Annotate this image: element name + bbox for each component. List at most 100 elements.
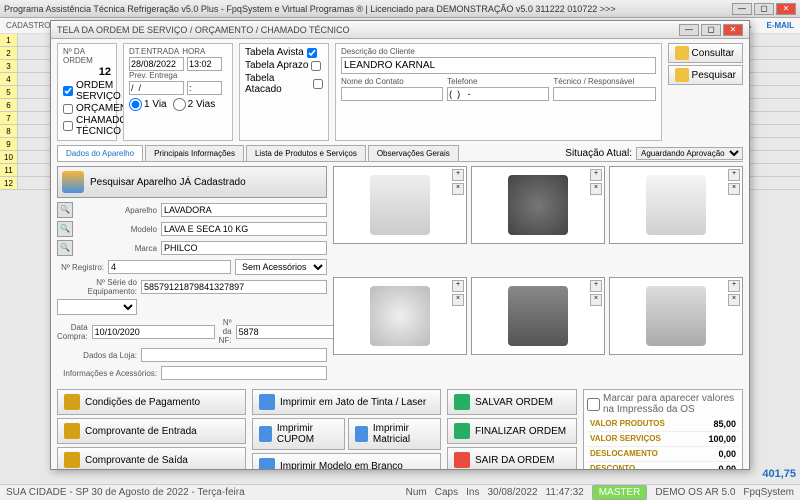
phone-input[interactable] bbox=[447, 87, 549, 101]
menu-item[interactable]: CADASTROS bbox=[6, 21, 56, 30]
cond-pagamento-button[interactable]: Condições de Pagamento bbox=[57, 389, 246, 415]
print-jato-button[interactable]: Imprimir em Jato de Tinta / Laser bbox=[252, 389, 441, 415]
mag-icon[interactable]: 🔍 bbox=[57, 202, 73, 218]
photo-add-icon[interactable]: + bbox=[728, 280, 740, 292]
binoculars-icon bbox=[675, 68, 689, 82]
ordem-servico-check[interactable]: ORDEM SERVIÇO bbox=[63, 80, 111, 102]
finalizar-button[interactable]: FINALIZAR ORDEM bbox=[447, 418, 577, 444]
photo-slot[interactable]: +× bbox=[471, 277, 605, 355]
tab-dados-aparelho[interactable]: Dados do Aparelho bbox=[57, 145, 143, 161]
photo-add-icon[interactable]: + bbox=[728, 169, 740, 181]
tech-input[interactable] bbox=[553, 87, 655, 101]
tabela-atacado-check[interactable]: Tabela Atacado bbox=[245, 73, 323, 95]
row-num: 9 bbox=[0, 138, 18, 150]
photos-grid: +× +× +× +× +× +× bbox=[333, 166, 743, 383]
printer-icon bbox=[259, 426, 272, 442]
entry-time-input[interactable] bbox=[187, 57, 222, 71]
search-device-button[interactable]: Pesquisar Aparelho JÁ Cadastrado bbox=[57, 166, 327, 198]
aparelho-input[interactable] bbox=[161, 203, 327, 217]
client-name-input[interactable] bbox=[341, 57, 656, 74]
search-icon bbox=[675, 46, 689, 60]
salvar-button[interactable]: SALVAR ORDEM bbox=[447, 389, 577, 415]
info-input[interactable] bbox=[161, 366, 327, 380]
print-branco-button[interactable]: Imprimir Modelo em Branco bbox=[252, 453, 441, 469]
prev-date-input[interactable] bbox=[129, 81, 184, 95]
mag-icon[interactable]: 🔍 bbox=[57, 221, 73, 237]
modal-minimize[interactable]: — bbox=[679, 24, 699, 36]
pesquisar-button[interactable]: Pesquisar bbox=[668, 65, 743, 85]
tab-produtos[interactable]: Lista de Produtos e Serviços bbox=[246, 145, 366, 161]
photo-slot[interactable]: +× bbox=[333, 277, 467, 355]
photo-del-icon[interactable]: × bbox=[590, 183, 602, 195]
entry-date-input[interactable] bbox=[129, 57, 184, 71]
serie-input[interactable] bbox=[141, 280, 327, 294]
tabela-avista-check[interactable]: Tabela Avista bbox=[245, 47, 323, 58]
photo-slot[interactable]: +× bbox=[609, 166, 743, 244]
row-num: 5 bbox=[0, 86, 18, 98]
email-link[interactable]: E-MAIL bbox=[766, 21, 794, 30]
motor-icon bbox=[508, 286, 568, 346]
mag-icon[interactable]: 🔍 bbox=[57, 240, 73, 256]
photo-slot[interactable]: +× bbox=[471, 166, 605, 244]
order-number-box: Nº DA ORDEM 12 ORDEM SERVIÇO ORÇAMENTO C… bbox=[57, 43, 117, 141]
modal-maximize[interactable]: ▢ bbox=[701, 24, 721, 36]
photo-slot[interactable]: +× bbox=[333, 166, 467, 244]
maximize-button[interactable]: ▢ bbox=[754, 3, 774, 15]
orcamento-check[interactable]: ORÇAMENTO bbox=[63, 103, 111, 114]
status-box: Situação Atual: Aguardando Aprovação bbox=[565, 145, 743, 161]
totals-box: Marcar para aparecer valores na Impressã… bbox=[583, 389, 743, 469]
photo-del-icon[interactable]: × bbox=[590, 294, 602, 306]
modelo-input[interactable] bbox=[161, 222, 327, 236]
printer-icon bbox=[355, 426, 368, 442]
modal-window-controls: — ▢ ✕ bbox=[679, 24, 743, 36]
comp-entrada-button[interactable]: Comprovante de Entrada bbox=[57, 418, 246, 444]
tabela-aprazo-check[interactable]: Tabela Aprazo bbox=[245, 60, 323, 71]
minimize-button[interactable]: — bbox=[732, 3, 752, 15]
photo-slot[interactable]: +× bbox=[609, 277, 743, 355]
print-cupom-button[interactable]: Imprimir CUPOM bbox=[252, 418, 345, 450]
photo-del-icon[interactable]: × bbox=[452, 294, 464, 306]
status-city: SUA CIDADE - SP 30 de Agosto de 2022 - T… bbox=[6, 487, 245, 498]
photo-del-icon[interactable]: × bbox=[452, 183, 464, 195]
tab-obs[interactable]: Observações Gerais bbox=[368, 145, 459, 161]
close-button[interactable]: ✕ bbox=[776, 3, 796, 15]
photo-add-icon[interactable]: + bbox=[452, 280, 464, 292]
marca-input[interactable] bbox=[161, 241, 327, 255]
internals-icon bbox=[646, 286, 706, 346]
contact-input[interactable] bbox=[341, 87, 443, 101]
device-form: Pesquisar Aparelho JÁ Cadastrado 🔍Aparel… bbox=[57, 166, 327, 383]
print-matricial-button[interactable]: Imprimir Matricial bbox=[348, 418, 441, 450]
extra-select[interactable] bbox=[57, 299, 137, 315]
photo-del-icon[interactable]: × bbox=[728, 294, 740, 306]
loja-input[interactable] bbox=[141, 348, 327, 362]
status-select[interactable]: Aguardando Aprovação bbox=[636, 147, 743, 160]
photo-add-icon[interactable]: + bbox=[590, 280, 602, 292]
window-controls: — ▢ ✕ bbox=[732, 3, 796, 15]
check-icon bbox=[454, 394, 470, 410]
comp-saida-button[interactable]: Comprovante de Saída bbox=[57, 447, 246, 469]
master-badge: MASTER bbox=[592, 485, 648, 500]
via1-radio[interactable]: 1 Via bbox=[129, 98, 167, 111]
sair-button[interactable]: SAIR DA ORDEM bbox=[447, 447, 577, 469]
data-compra-input[interactable] bbox=[92, 325, 215, 339]
tab-principais[interactable]: Principais Informações bbox=[145, 145, 244, 161]
prev-time-input[interactable] bbox=[187, 81, 222, 95]
row-num: 6 bbox=[0, 99, 18, 111]
row-num: 7 bbox=[0, 112, 18, 124]
photo-add-icon[interactable]: + bbox=[452, 169, 464, 181]
washer-front-icon bbox=[370, 175, 430, 235]
search-buttons: Consultar Pesquisar bbox=[668, 43, 743, 141]
mark-check[interactable]: Marcar para aparecer valores na Impressã… bbox=[587, 393, 739, 415]
flag-icon bbox=[454, 423, 470, 439]
modal-close[interactable]: ✕ bbox=[723, 24, 743, 36]
acessorios-select[interactable]: Sem Acessórios bbox=[235, 259, 327, 275]
photo-del-icon[interactable]: × bbox=[728, 183, 740, 195]
chamado-check[interactable]: CHAMADO TÉCNICO bbox=[63, 115, 111, 137]
via2-radio[interactable]: 2 Vias bbox=[173, 98, 216, 111]
tabs: Dados do Aparelho Principais Informações… bbox=[57, 145, 743, 162]
registro-input[interactable] bbox=[108, 260, 231, 274]
photo-add-icon[interactable]: + bbox=[590, 169, 602, 181]
consultar-button[interactable]: Consultar bbox=[668, 43, 743, 63]
drum-icon bbox=[508, 175, 568, 235]
row-num: 1 bbox=[0, 34, 18, 46]
